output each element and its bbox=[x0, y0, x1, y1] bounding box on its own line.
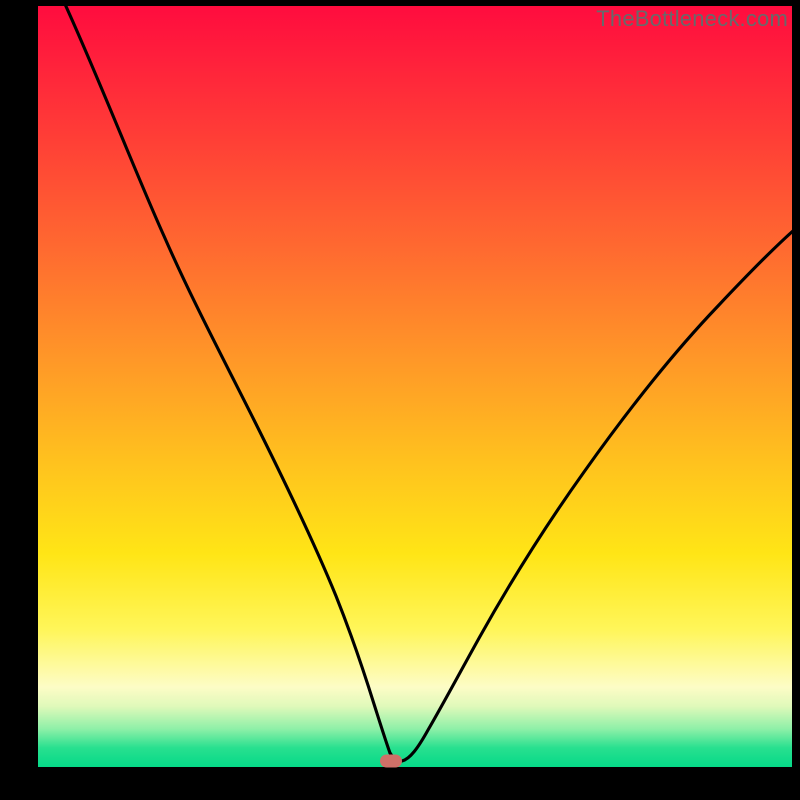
chart-frame: TheBottleneck.com bbox=[0, 0, 800, 800]
optimal-point-marker bbox=[380, 754, 402, 767]
watermark-text: TheBottleneck.com bbox=[596, 6, 788, 32]
bottleneck-curve bbox=[38, 6, 792, 767]
plot-area bbox=[38, 6, 792, 767]
